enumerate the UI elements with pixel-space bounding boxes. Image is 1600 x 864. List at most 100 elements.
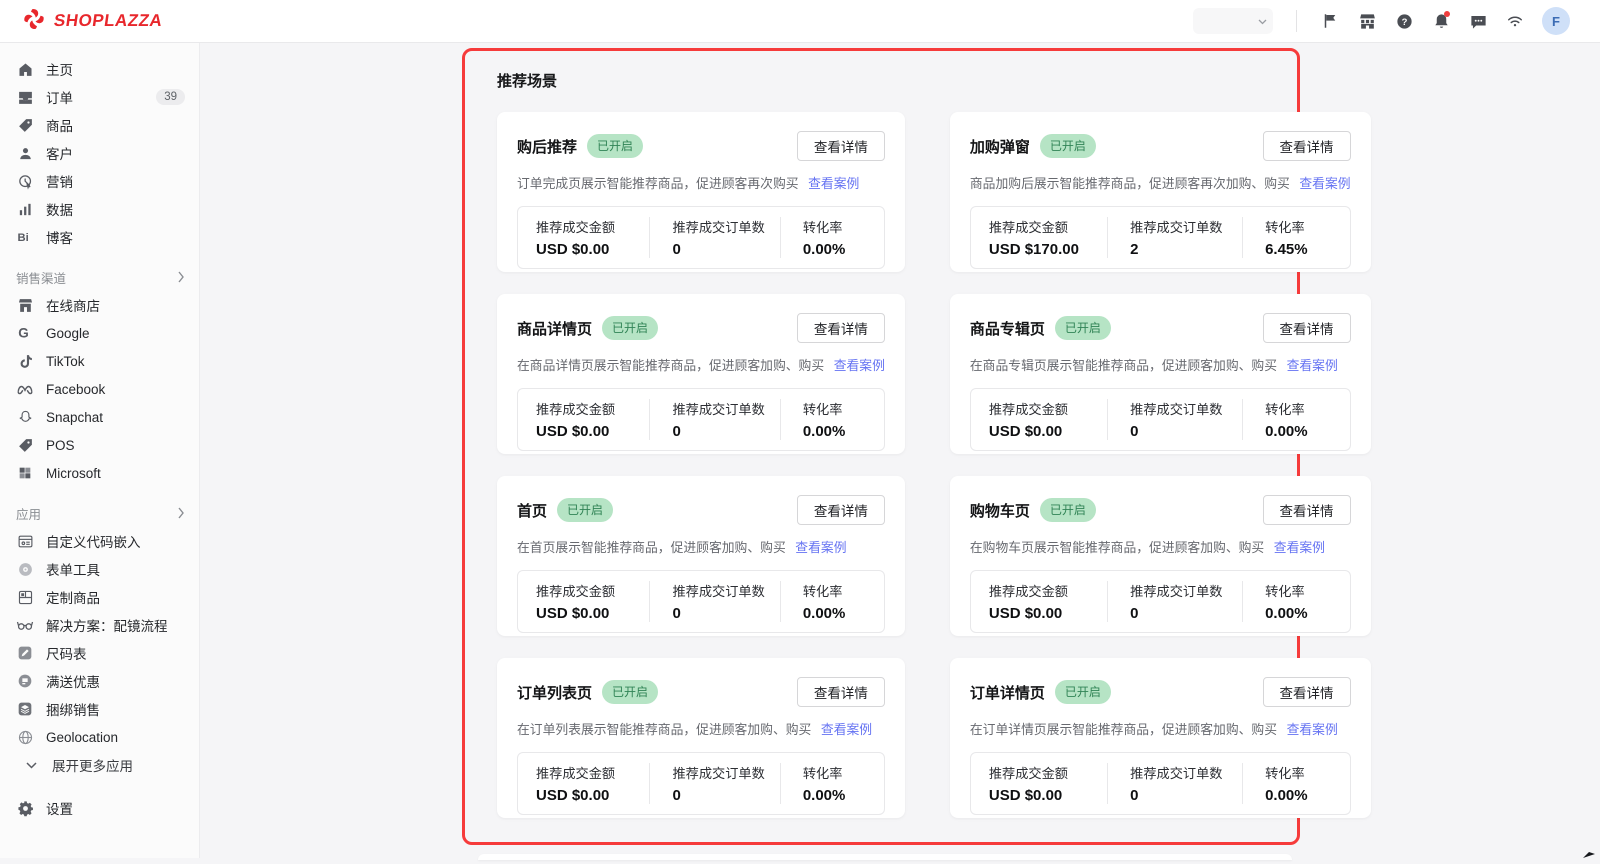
expand-more-apps[interactable]: 展开更多应用 (0, 751, 199, 779)
section-sales-channels[interactable]: 销售渠道 (0, 263, 199, 291)
stat-value-rate: 0.00% (803, 423, 884, 440)
sidebar-item-label: 解决方案：配镜流程 (46, 615, 168, 635)
sidebar: 主页 订单 39 商品 客户 营销 数据 Bi 博客 销售渠道 在线商店 G G… (0, 43, 200, 858)
stat-value-orders: 0 (1130, 787, 1242, 804)
sidebar-item-analytics[interactable]: 数据 (0, 195, 199, 223)
sidebar-item-customers[interactable]: 客户 (0, 139, 199, 167)
stat-label-orders: 推荐成交订单数 (672, 217, 779, 236)
stat-value-rate: 0.00% (803, 241, 884, 258)
help-icon[interactable]: ? (1394, 11, 1414, 31)
sidebar-item-form-tool[interactable]: 表单工具 (0, 555, 199, 583)
stats-box: 推荐成交金额USD $0.00 推荐成交订单数0 转化率0.00% (517, 206, 885, 269)
stat-label-rate: 转化率 (1265, 763, 1349, 782)
section-apps[interactable]: 应用 (0, 499, 199, 527)
stat-label-amount: 推荐成交金额 (536, 399, 649, 418)
stat-value-rate: 6.45% (1265, 241, 1349, 258)
store-selector[interactable] (1193, 8, 1273, 34)
avatar[interactable]: F (1542, 7, 1570, 35)
sidebar-item-settings[interactable]: 设置 (0, 794, 199, 822)
stat-value-rate: 0.00% (1265, 423, 1349, 440)
scenario-title: 订单列表页 (517, 682, 592, 703)
svg-text:G: G (18, 326, 29, 341)
scenario-title: 首页 (517, 500, 547, 521)
svg-text:?: ? (1401, 16, 1407, 27)
sidebar-item-tiktok[interactable]: TikTok (0, 347, 199, 375)
scenario-cards-grid: 购后推荐 已开启 查看详情 订单完成页展示智能推荐商品，促进顾客再次购买 查看案… (497, 112, 1270, 818)
sidebar-item-orders[interactable]: 订单 39 (0, 83, 199, 111)
view-details-button[interactable]: 查看详情 (1263, 495, 1351, 525)
view-details-button[interactable]: 查看详情 (797, 131, 885, 161)
sidebar-item-label: POS (46, 438, 75, 453)
notifications-bell-icon[interactable] (1431, 11, 1451, 31)
scenario-description: 商品加购后展示智能推荐商品，促进顾客再次加购、购买 (970, 176, 1290, 191)
snapchat-ghost-icon (16, 408, 34, 426)
sidebar-item-solution-glasses[interactable]: 解决方案：配镜流程 (0, 611, 199, 639)
stat-value-amount: USD $0.00 (536, 605, 649, 622)
sidebar-item-label: 在线商店 (46, 295, 100, 315)
storefront-icon[interactable] (1357, 11, 1377, 31)
stat-label-amount: 推荐成交金额 (536, 763, 649, 782)
sidebar-item-online-store[interactable]: 在线商店 (0, 291, 199, 319)
sidebar-item-label: 展开更多应用 (52, 755, 133, 775)
sidebar-item-marketing[interactable]: 营销 (0, 167, 199, 195)
sidebar-item-label: Google (46, 326, 90, 341)
sidebar-item-label: Geolocation (46, 730, 118, 745)
view-details-button[interactable]: 查看详情 (797, 495, 885, 525)
globe-icon (16, 728, 34, 746)
sidebar-item-bundles[interactable]: 捆绑销售 (0, 695, 199, 723)
scenario-card-order-list: 订单列表页 已开启 查看详情 在订单列表展示智能推荐商品，促进顾客加购、购买 查… (497, 658, 905, 818)
sidebar-item-home[interactable]: 主页 (0, 55, 199, 83)
scenario-description: 在购物车页展示智能推荐商品，促进顾客加购、购买 (970, 540, 1264, 555)
sidebar-item-facebook[interactable]: Facebook (0, 375, 199, 403)
brand-logo[interactable]: SHOPLAZZA (0, 7, 162, 36)
sidebar-item-custom-code[interactable]: 自定义代码嵌入 (0, 527, 199, 555)
sidebar-item-google[interactable]: G Google (0, 319, 199, 347)
svg-text:Bi: Bi (18, 232, 29, 244)
sidebar-item-snapchat[interactable]: Snapchat (0, 403, 199, 431)
wifi-icon[interactable] (1505, 11, 1525, 31)
chat-icon[interactable] (1468, 11, 1488, 31)
scenario-description: 订单完成页展示智能推荐商品，促进顾客再次购买 (517, 176, 799, 191)
view-case-link[interactable]: 查看案例 (1299, 176, 1350, 191)
stat-label-orders: 推荐成交订单数 (672, 399, 779, 418)
sidebar-item-products[interactable]: 商品 (0, 111, 199, 139)
sidebar-item-label: 商品 (46, 115, 73, 135)
status-badge: 已开启 (1055, 680, 1111, 704)
sidebar-item-promotion[interactable]: 满送优惠 (0, 667, 199, 695)
stats-box: 推荐成交金额USD $0.00 推荐成交订单数0 转化率0.00% (970, 570, 1351, 633)
stats-box: 推荐成交金额USD $0.00 推荐成交订单数0 转化率0.00% (517, 570, 885, 633)
microsoft-icon (16, 464, 34, 482)
view-case-link[interactable]: 查看案例 (1287, 358, 1338, 373)
tag-icon (16, 116, 34, 134)
stat-label-rate: 转化率 (1265, 217, 1349, 236)
stat-label-amount: 推荐成交金额 (536, 217, 649, 236)
view-case-link[interactable]: 查看案例 (808, 176, 859, 191)
view-details-button[interactable]: 查看详情 (797, 677, 885, 707)
layers-icon (16, 700, 34, 718)
scenario-title: 商品专辑页 (970, 318, 1045, 339)
view-case-link[interactable]: 查看案例 (1274, 540, 1325, 555)
view-case-link[interactable]: 查看案例 (795, 540, 846, 555)
stat-value-rate: 0.00% (803, 787, 884, 804)
view-details-button[interactable]: 查看详情 (1263, 677, 1351, 707)
sidebar-item-microsoft[interactable]: Microsoft (0, 459, 199, 487)
stat-value-amount: USD $0.00 (536, 241, 649, 258)
stat-value-orders: 0 (672, 241, 779, 258)
flag-icon[interactable] (1320, 11, 1340, 31)
sidebar-item-pos[interactable]: POS (0, 431, 199, 459)
sidebar-item-blog[interactable]: Bi 博客 (0, 223, 199, 251)
view-details-button[interactable]: 查看详情 (1263, 131, 1351, 161)
stats-box: 推荐成交金额USD $0.00 推荐成交订单数0 转化率0.00% (970, 388, 1351, 451)
scenario-description: 在首页展示智能推荐商品，促进顾客加购、购买 (517, 540, 786, 555)
view-case-link[interactable]: 查看案例 (821, 722, 872, 737)
view-details-button[interactable]: 查看详情 (1263, 313, 1351, 343)
sidebar-item-label: 客户 (46, 143, 73, 163)
view-details-button[interactable]: 查看详情 (797, 313, 885, 343)
glasses-icon (16, 616, 34, 634)
sidebar-item-label: 定制商品 (46, 587, 100, 607)
view-case-link[interactable]: 查看案例 (1287, 722, 1338, 737)
view-case-link[interactable]: 查看案例 (834, 358, 885, 373)
sidebar-item-geolocation[interactable]: Geolocation (0, 723, 199, 751)
sidebar-item-size-chart[interactable]: 尺码表 (0, 639, 199, 667)
sidebar-item-custom-products[interactable]: 定制商品 (0, 583, 199, 611)
